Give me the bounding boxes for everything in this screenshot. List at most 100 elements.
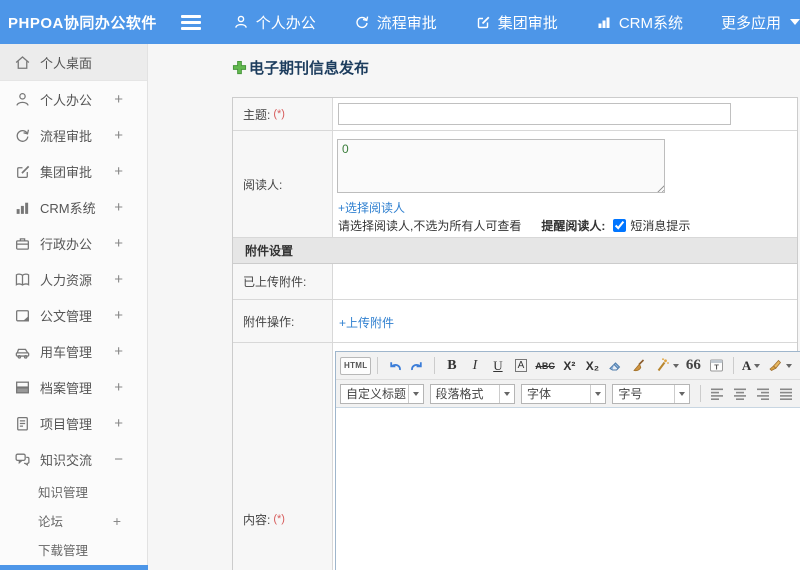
paragraph-format-dropdown[interactable]: 段落格式 [429, 383, 515, 404]
eraser-icon [609, 362, 621, 371]
sidebar-subitem-forum[interactable]: 论坛 + [0, 506, 147, 535]
sidebar-sublabel: 论坛 [38, 515, 64, 529]
expand-plus[interactable]: + [114, 199, 123, 216]
upload-attachment-link[interactable]: +上传附件 [339, 314, 394, 331]
chevron-down-icon [498, 384, 514, 403]
eraser-button[interactable] [605, 355, 626, 376]
sidebar-item-document-mgmt[interactable]: 公文管理 + [0, 297, 147, 333]
expand-plus[interactable]: + [114, 163, 123, 180]
sidebar-item-desktop[interactable]: 个人桌面 [0, 44, 147, 81]
expand-plus[interactable]: + [114, 415, 123, 432]
redo-button[interactable] [407, 355, 428, 376]
expand-plus[interactable]: + [114, 343, 123, 360]
nav-more-apps[interactable]: 更多应用 [721, 12, 800, 33]
sidebar-item-crm[interactable]: CRM系统 + [0, 189, 147, 225]
attachment-ops-label: 附件操作: [243, 314, 295, 329]
sms-remind-checkbox[interactable] [613, 219, 627, 232]
sidebar-subitem-download-mgmt[interactable]: 下载管理 [0, 535, 147, 564]
collapse-minus[interactable]: − [114, 451, 123, 468]
sidebar-item-knowledge-exchange[interactable]: 知识交流 − [0, 441, 147, 477]
person-icon [234, 15, 247, 28]
underline-button[interactable]: U [487, 355, 508, 376]
nav-label: 集团审批 [497, 14, 558, 32]
sidebar-sublabel: 下载管理 [38, 544, 89, 558]
sidebar-item-archive-mgmt[interactable]: 档案管理 + [0, 369, 147, 405]
font-family-dropdown[interactable]: 字体 [520, 383, 607, 404]
readers-hint: 请选择阅读人,不选为所有人可查看 [338, 219, 522, 233]
subject-field-cell [333, 98, 797, 130]
archive-icon [16, 381, 29, 393]
sidebar-item-project-mgmt[interactable]: 项目管理 + [0, 405, 147, 441]
sidebar-item-personal-office[interactable]: 个人办公 + [0, 81, 147, 117]
nav-process-approval[interactable]: 流程审批 [354, 12, 437, 33]
expand-plus[interactable]: + [114, 235, 123, 252]
align-right-icon [757, 388, 770, 400]
align-justify-button[interactable] [776, 383, 797, 404]
nav-label: 个人办公 [255, 14, 316, 32]
expand-plus[interactable]: + [114, 379, 123, 396]
readers-label: 阅读人: [243, 177, 283, 192]
subscript-button[interactable]: X₂ [582, 355, 603, 376]
font-color-button[interactable]: A [740, 355, 762, 376]
align-center-button[interactable] [730, 383, 751, 404]
date-insert-button[interactable]: T [706, 355, 727, 376]
magic-wand-icon [657, 358, 669, 372]
bar-chart-icon [16, 202, 29, 214]
sidebar-item-group-approval[interactable]: 集团审批 + [0, 153, 147, 189]
expand-plus[interactable]: + [114, 91, 123, 108]
select-readers-link[interactable]: +选择阅读人 [338, 199, 405, 216]
blockquote-button[interactable]: 66 [683, 355, 704, 376]
align-left-button[interactable] [707, 383, 728, 404]
date-box-icon: T [709, 359, 723, 372]
main-content: 电子期刊信息发布 主题: (*) 阅读人: 0 +选择阅读人 请选择阅读人,不选… [148, 44, 800, 570]
char-border-button[interactable]: A [510, 355, 531, 376]
custom-title-dropdown[interactable]: 自定义标题 [340, 383, 424, 404]
nav-personal-office[interactable]: 个人办公 [233, 12, 316, 33]
home-icon [15, 55, 30, 69]
chevron-down-icon [754, 363, 761, 368]
font-size-dropdown[interactable]: 字号 [612, 383, 691, 404]
chat-bubbles-icon [15, 453, 30, 466]
sidebar-subitem-knowledge-mgmt[interactable]: 知识管理 [0, 477, 147, 506]
content-field-cell: HTML B I U A ABC X² X₂ 66 T A 自定义标题 段落格式… [333, 343, 800, 570]
undo-button[interactable] [384, 355, 405, 376]
highlight-color-button[interactable] [764, 355, 794, 376]
clipboard-icon [17, 416, 28, 431]
highlighter-icon [769, 359, 782, 371]
hamburger-menu-icon[interactable] [180, 14, 201, 30]
nav-crm-system[interactable]: CRM系统 [596, 12, 683, 33]
align-right-button[interactable] [753, 383, 774, 404]
ordered-list-button[interactable]: 1 2 3 [796, 355, 800, 376]
sidebar-item-admin-office[interactable]: 行政办公 + [0, 225, 147, 261]
format-brush-button[interactable] [628, 355, 649, 376]
remind-readers-label: 提醒阅读人: [541, 219, 606, 233]
readers-hint-line: 请选择阅读人,不选为所有人可查看 提醒阅读人: 短消息提示 [338, 217, 690, 234]
sidebar-item-hr[interactable]: 人力资源 + [0, 261, 147, 297]
sidebar-label: 用车管理 [40, 344, 93, 360]
expand-plus[interactable]: + [114, 271, 123, 288]
align-center-icon [734, 388, 747, 400]
subject-input[interactable] [338, 103, 731, 125]
strikethrough-button[interactable]: ABC [533, 355, 557, 376]
magic-wand-button[interactable] [651, 355, 681, 376]
html-source-button[interactable]: HTML [340, 356, 372, 375]
readers-textarea[interactable]: 0 [337, 139, 665, 193]
sidebar-scroll-indicator [0, 565, 148, 570]
subject-label-cell: 主题: (*) [233, 98, 333, 130]
superscript-button[interactable]: X² [559, 355, 580, 376]
redo-icon [411, 362, 423, 371]
nav-group-approval[interactable]: 集团审批 [475, 12, 558, 33]
sidebar-item-process-approval[interactable]: 流程审批 + [0, 117, 147, 153]
bold-button[interactable]: B [441, 355, 462, 376]
sidebar-label: CRM系统 [40, 200, 96, 216]
app-logo: PHPOA协同办公软件 [8, 14, 157, 32]
app-window: PHPOA协同办公软件 个人办公 流程审批 集团审批 CRM系统 更多应用 个人… [0, 0, 800, 570]
person-icon [16, 92, 29, 106]
editor-content-area[interactable] [336, 408, 800, 570]
expand-plus[interactable]: + [114, 127, 123, 144]
expand-plus[interactable]: + [113, 513, 121, 529]
italic-button[interactable]: I [464, 355, 485, 376]
required-mark: (*) [273, 513, 285, 525]
sidebar-item-vehicle-mgmt[interactable]: 用车管理 + [0, 333, 147, 369]
expand-plus[interactable]: + [114, 307, 123, 324]
